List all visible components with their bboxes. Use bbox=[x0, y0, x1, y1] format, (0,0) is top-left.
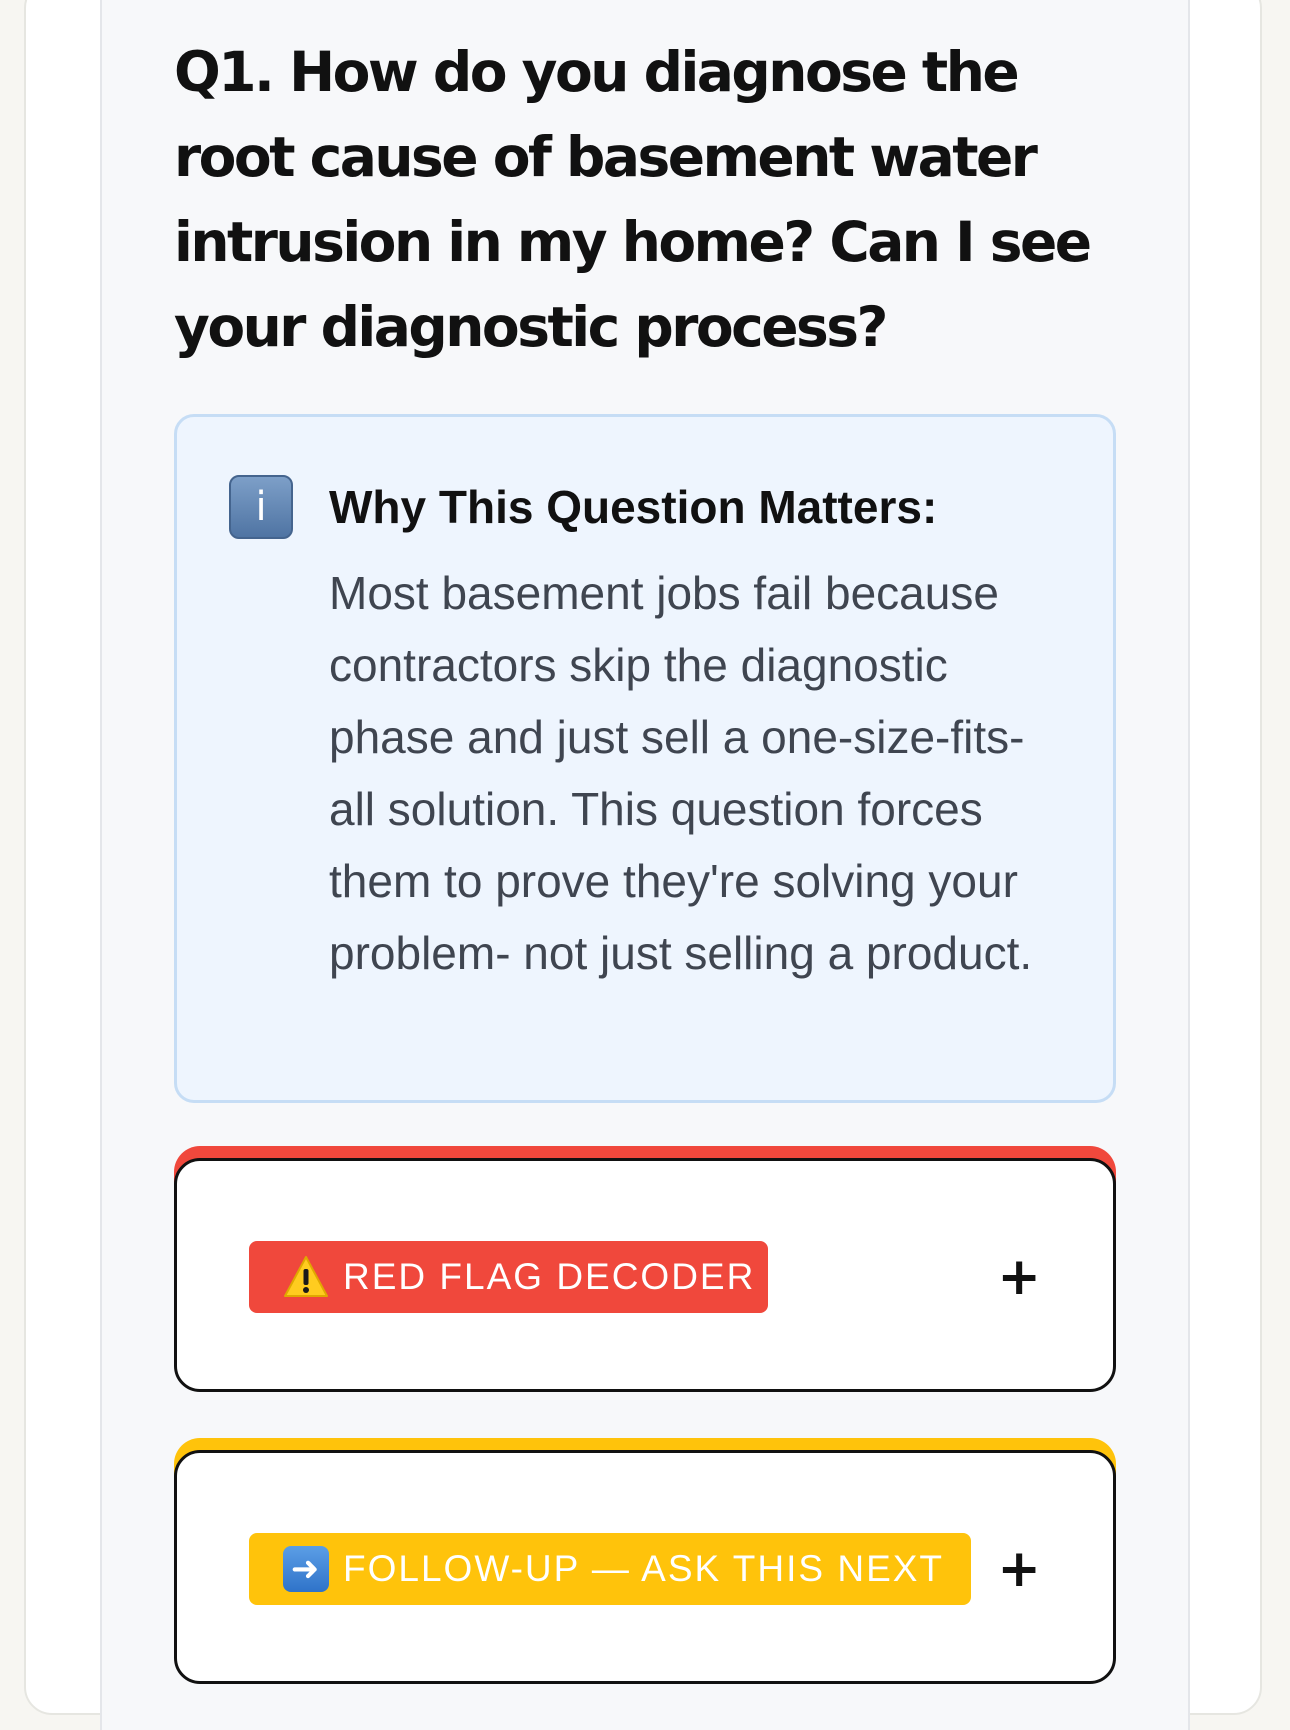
expand-red-flag-button[interactable]: + bbox=[997, 1237, 1041, 1317]
expand-follow-up-button[interactable]: + bbox=[997, 1529, 1041, 1609]
follow-up-card[interactable]: ➜ FOLLOW-UP — ASK THIS NEXT + bbox=[174, 1450, 1116, 1684]
red-flag-decoder-label: RED FLAG DECODER bbox=[343, 1256, 756, 1297]
red-flag-decoder-card[interactable]: RED FLAG DECODER + bbox=[174, 1158, 1116, 1392]
red-flag-decoder-badge: RED FLAG DECODER bbox=[249, 1241, 768, 1313]
warning-icon bbox=[283, 1254, 329, 1300]
question-title: Q1. How do you diagnose the root cause o… bbox=[174, 40, 1092, 359]
right-arrow-icon: ➜ bbox=[283, 1546, 329, 1592]
info-callout: i Why This Question Matters: Most baseme… bbox=[174, 414, 1116, 1103]
follow-up-label: FOLLOW-UP — ASK THIS NEXT bbox=[343, 1548, 945, 1589]
follow-up-badge: ➜ FOLLOW-UP — ASK THIS NEXT bbox=[249, 1533, 971, 1605]
info-title: Why This Question Matters: bbox=[329, 481, 938, 533]
info-body: Most basement jobs fail because contract… bbox=[329, 567, 1033, 979]
info-icon: i bbox=[229, 475, 293, 539]
